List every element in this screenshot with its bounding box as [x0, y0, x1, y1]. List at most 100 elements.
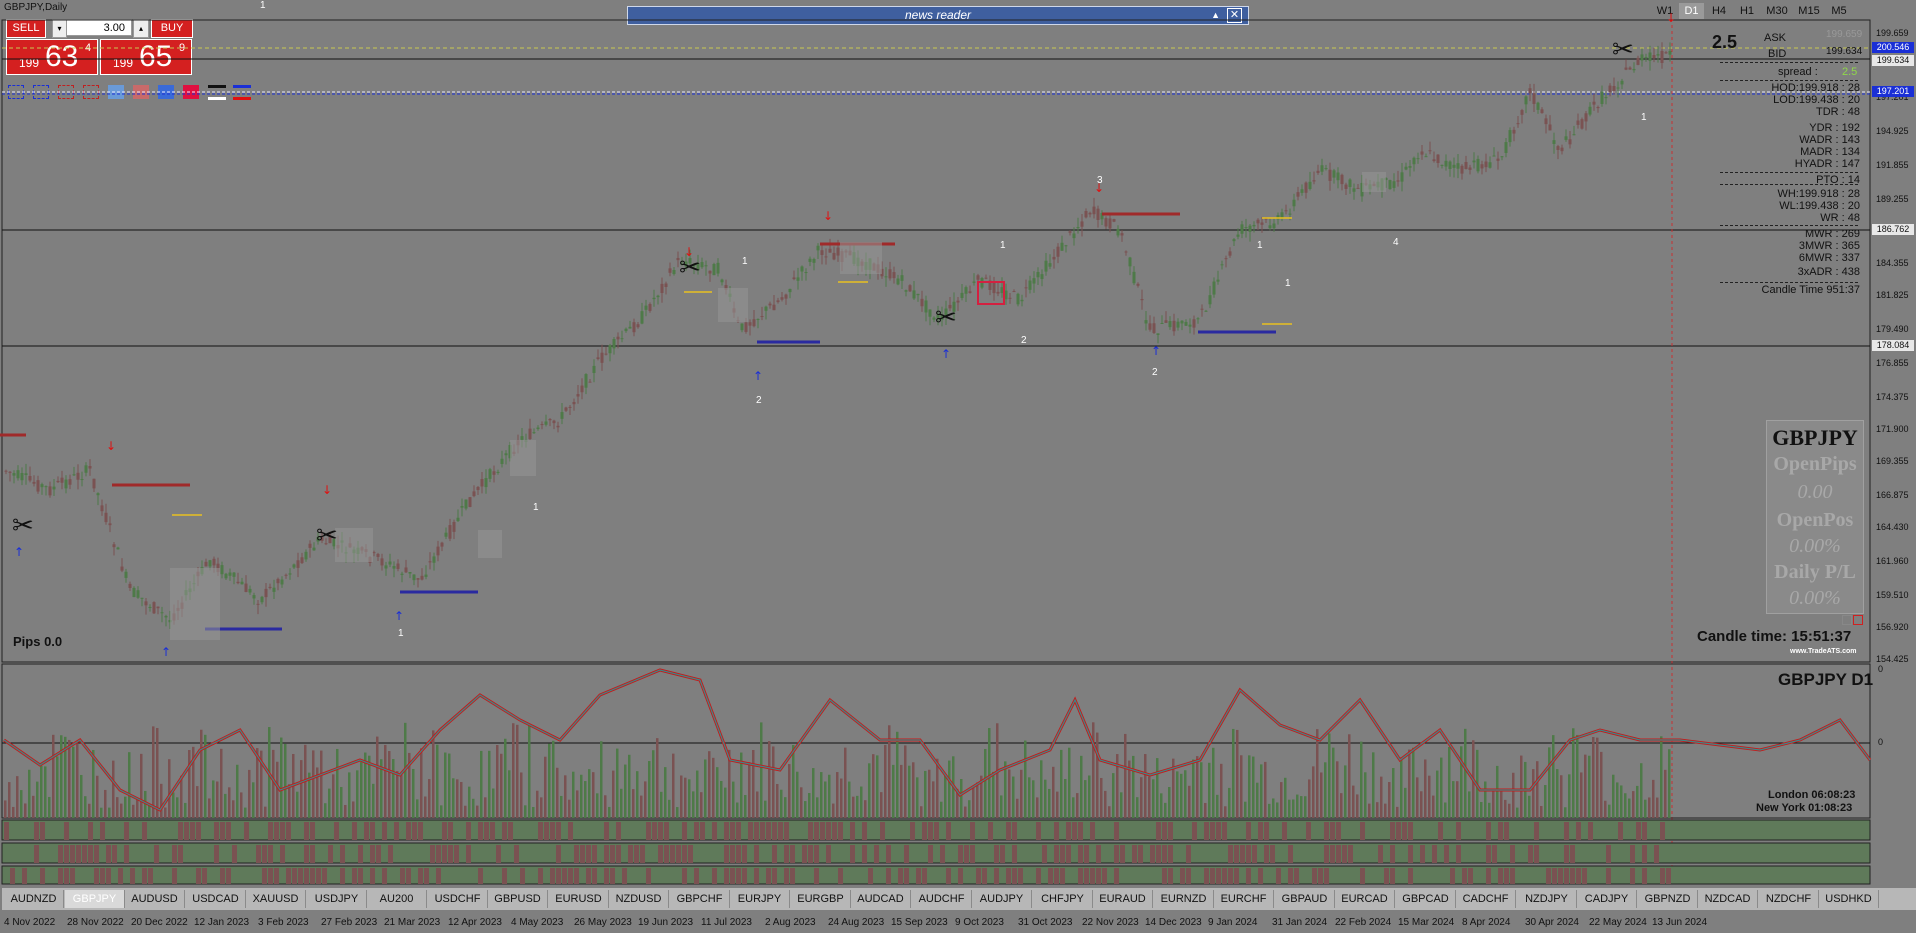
- spread-label: spread :: [1778, 66, 1818, 78]
- symbol-tab-gbpjpy[interactable]: GBPJPY: [65, 890, 125, 908]
- swing-label: 1: [1641, 112, 1647, 123]
- date-label: 22 May 2024: [1589, 917, 1647, 928]
- open-pos-value: 0.00%: [1789, 535, 1841, 557]
- account-info-box: GBPJPY OpenPips 0.00 OpenPos 0.00% Daily…: [1766, 420, 1864, 614]
- symbol-tab-euraud[interactable]: EURAUD: [1093, 890, 1153, 908]
- price-axis-label: 161.960: [1876, 556, 1909, 566]
- symbol-tab-eurcad[interactable]: EURCAD: [1335, 890, 1395, 908]
- stat-row: 3xADR : 438: [1797, 266, 1860, 278]
- brand-link[interactable]: www.TradeATS.com: [1790, 648, 1857, 655]
- svg-text:✂: ✂: [12, 511, 34, 541]
- symbol-tab-eurjpy[interactable]: EURJPY: [730, 890, 790, 908]
- sub-title: GBPJPY D1: [1778, 670, 1874, 689]
- symbol-tab-gbpaud[interactable]: GBPAUD: [1275, 890, 1335, 908]
- stat-row: TDR : 48: [1815, 106, 1860, 118]
- ask-label: ASK: [1764, 32, 1787, 44]
- swing-label: 1: [533, 502, 539, 513]
- date-label: 4 May 2023: [511, 917, 564, 928]
- symbol-tab-audchf[interactable]: AUDCHF: [912, 890, 972, 908]
- price-axis-label: 176.855: [1876, 358, 1909, 368]
- bid-label: BID: [1768, 48, 1787, 60]
- swing-label: 3: [1097, 175, 1103, 186]
- stat-row: WADR : 143: [1799, 134, 1860, 146]
- symbol-tab-chfjpy[interactable]: CHFJPY: [1033, 890, 1093, 908]
- symbol-tab-eurnzd[interactable]: EURNZD: [1154, 890, 1214, 908]
- swing-label: 1: [1000, 240, 1006, 251]
- symbol-tab-xauusd[interactable]: XAUUSD: [246, 890, 306, 908]
- symbol-tab-gbpusd[interactable]: GBPUSD: [488, 890, 548, 908]
- price-axis-label: 169.355: [1876, 456, 1909, 466]
- stat-row: MWR : 269: [1804, 228, 1860, 240]
- date-label: 22 Nov 2023: [1082, 917, 1139, 928]
- symbol-tabs: AUDNZD GBPJPY AUDUSD USDCAD XAUUSD USDJPY AU20…: [2, 888, 1916, 910]
- symbol-tab-au200[interactable]: AU200: [367, 890, 427, 908]
- price-axis-label: 194.925: [1876, 126, 1909, 136]
- symbol-tab-audcad[interactable]: AUDCAD: [851, 890, 911, 908]
- symbol-tab-audusd[interactable]: AUDUSD: [125, 890, 185, 908]
- info-symbol: GBPJPY: [1772, 425, 1858, 450]
- date-label: 2 Aug 2023: [765, 917, 816, 928]
- price-tag: 199.634: [1872, 55, 1914, 66]
- ask-value: 199.659: [1826, 29, 1863, 40]
- stat-row: 6MWR : 337: [1798, 252, 1860, 264]
- sub-axis-top: 0: [1878, 664, 1884, 674]
- stats-divider: [1720, 62, 1858, 63]
- stat-row: WH:199.918 : 28: [1777, 188, 1860, 200]
- date-label: 12 Apr 2023: [448, 917, 502, 928]
- svg-text:↓: ↓: [684, 245, 694, 259]
- price-tag: 197.201: [1872, 86, 1914, 97]
- open-pos-label: OpenPos: [1776, 509, 1854, 531]
- symbol-tab-usdhkd[interactable]: USDHKD: [1819, 890, 1879, 908]
- swing-label: 2: [1152, 367, 1158, 378]
- open-pips-label: OpenPips: [1773, 453, 1857, 475]
- price-axis-label: 171.900: [1876, 424, 1909, 434]
- symbol-tab-usdjpy[interactable]: USDJPY: [307, 890, 367, 908]
- symbol-tab-cadjpy[interactable]: CADJPY: [1577, 890, 1637, 908]
- swing-label: 2: [1021, 335, 1027, 346]
- symbol-tab-eurgbp[interactable]: EURGBP: [791, 890, 851, 908]
- stat-row: WL:199.438 : 20: [1779, 200, 1860, 212]
- symbol-tab-audjpy[interactable]: AUDJPY: [972, 890, 1032, 908]
- stats-divider: [1720, 80, 1858, 81]
- price-tag: 186.762: [1872, 224, 1914, 235]
- price-axis-label: 199.659: [1876, 28, 1909, 38]
- symbol-tab-gbpnzd[interactable]: GBPNZD: [1638, 890, 1698, 908]
- date-label: 20 Dec 2022: [131, 917, 188, 928]
- symbol-tab-audnzd[interactable]: AUDNZD: [4, 890, 64, 908]
- symbol-tab-eurchf[interactable]: EURCHF: [1214, 890, 1274, 908]
- symbol-tab-cadchf[interactable]: CADCHF: [1456, 890, 1516, 908]
- symbol-tab-nzdusd[interactable]: NZDUSD: [609, 890, 669, 908]
- symbol-tab-gbpcad[interactable]: GBPCAD: [1396, 890, 1456, 908]
- swing-label: 1: [398, 628, 404, 639]
- symbol-tab-nzdcad[interactable]: NZDCAD: [1698, 890, 1758, 908]
- stat-row: 3MWR : 365: [1798, 240, 1860, 252]
- symbol-tab-nzdchf[interactable]: NZDCHF: [1759, 890, 1819, 908]
- symbol-tab-gbpchf[interactable]: GBPCHF: [670, 890, 730, 908]
- date-label: 3 Feb 2023: [258, 917, 309, 928]
- symbol-tab-eurusd[interactable]: EURUSD: [549, 890, 609, 908]
- newyork-session: New York 01:08:23: [1756, 802, 1853, 814]
- minimize-icon[interactable]: [1842, 615, 1852, 625]
- price-axis-label: 179.490: [1876, 324, 1909, 334]
- price-chart: ✂ ✂✂✂✂↓↓↓↓↓↓↑↑↑↑↑ ↑: [0, 11, 1872, 885]
- stats-divider: [1720, 172, 1858, 173]
- close-panel-icon[interactable]: [1853, 615, 1863, 625]
- candle-time: Candle time: 15:51:37: [1697, 628, 1852, 645]
- symbol-tab-nzdjpy[interactable]: NZDJPY: [1517, 890, 1577, 908]
- stats-divider: [1720, 282, 1858, 283]
- price-axis-label: 166.875: [1876, 490, 1909, 500]
- swing-label: 1: [742, 256, 748, 267]
- price-axis-label: 191.855: [1876, 160, 1909, 170]
- symbol-tab-usdcad[interactable]: USDCAD: [186, 890, 246, 908]
- date-label: 24 Aug 2023: [828, 917, 885, 928]
- swing-label: 1: [1257, 240, 1263, 251]
- stat-row: Candle Time 951:37: [1761, 284, 1860, 296]
- date-label: 22 Feb 2024: [1335, 917, 1392, 928]
- price-tag: 178.084: [1872, 340, 1914, 351]
- date-label: 13 Jun 2024: [1652, 917, 1708, 928]
- svg-text:↑: ↑: [394, 609, 404, 623]
- date-label: 8 Apr 2024: [1462, 917, 1511, 928]
- date-label: 27 Feb 2023: [321, 917, 378, 928]
- price-axis-label: 154.425: [1876, 654, 1909, 664]
- symbol-tab-usdchf[interactable]: USDCHF: [428, 890, 488, 908]
